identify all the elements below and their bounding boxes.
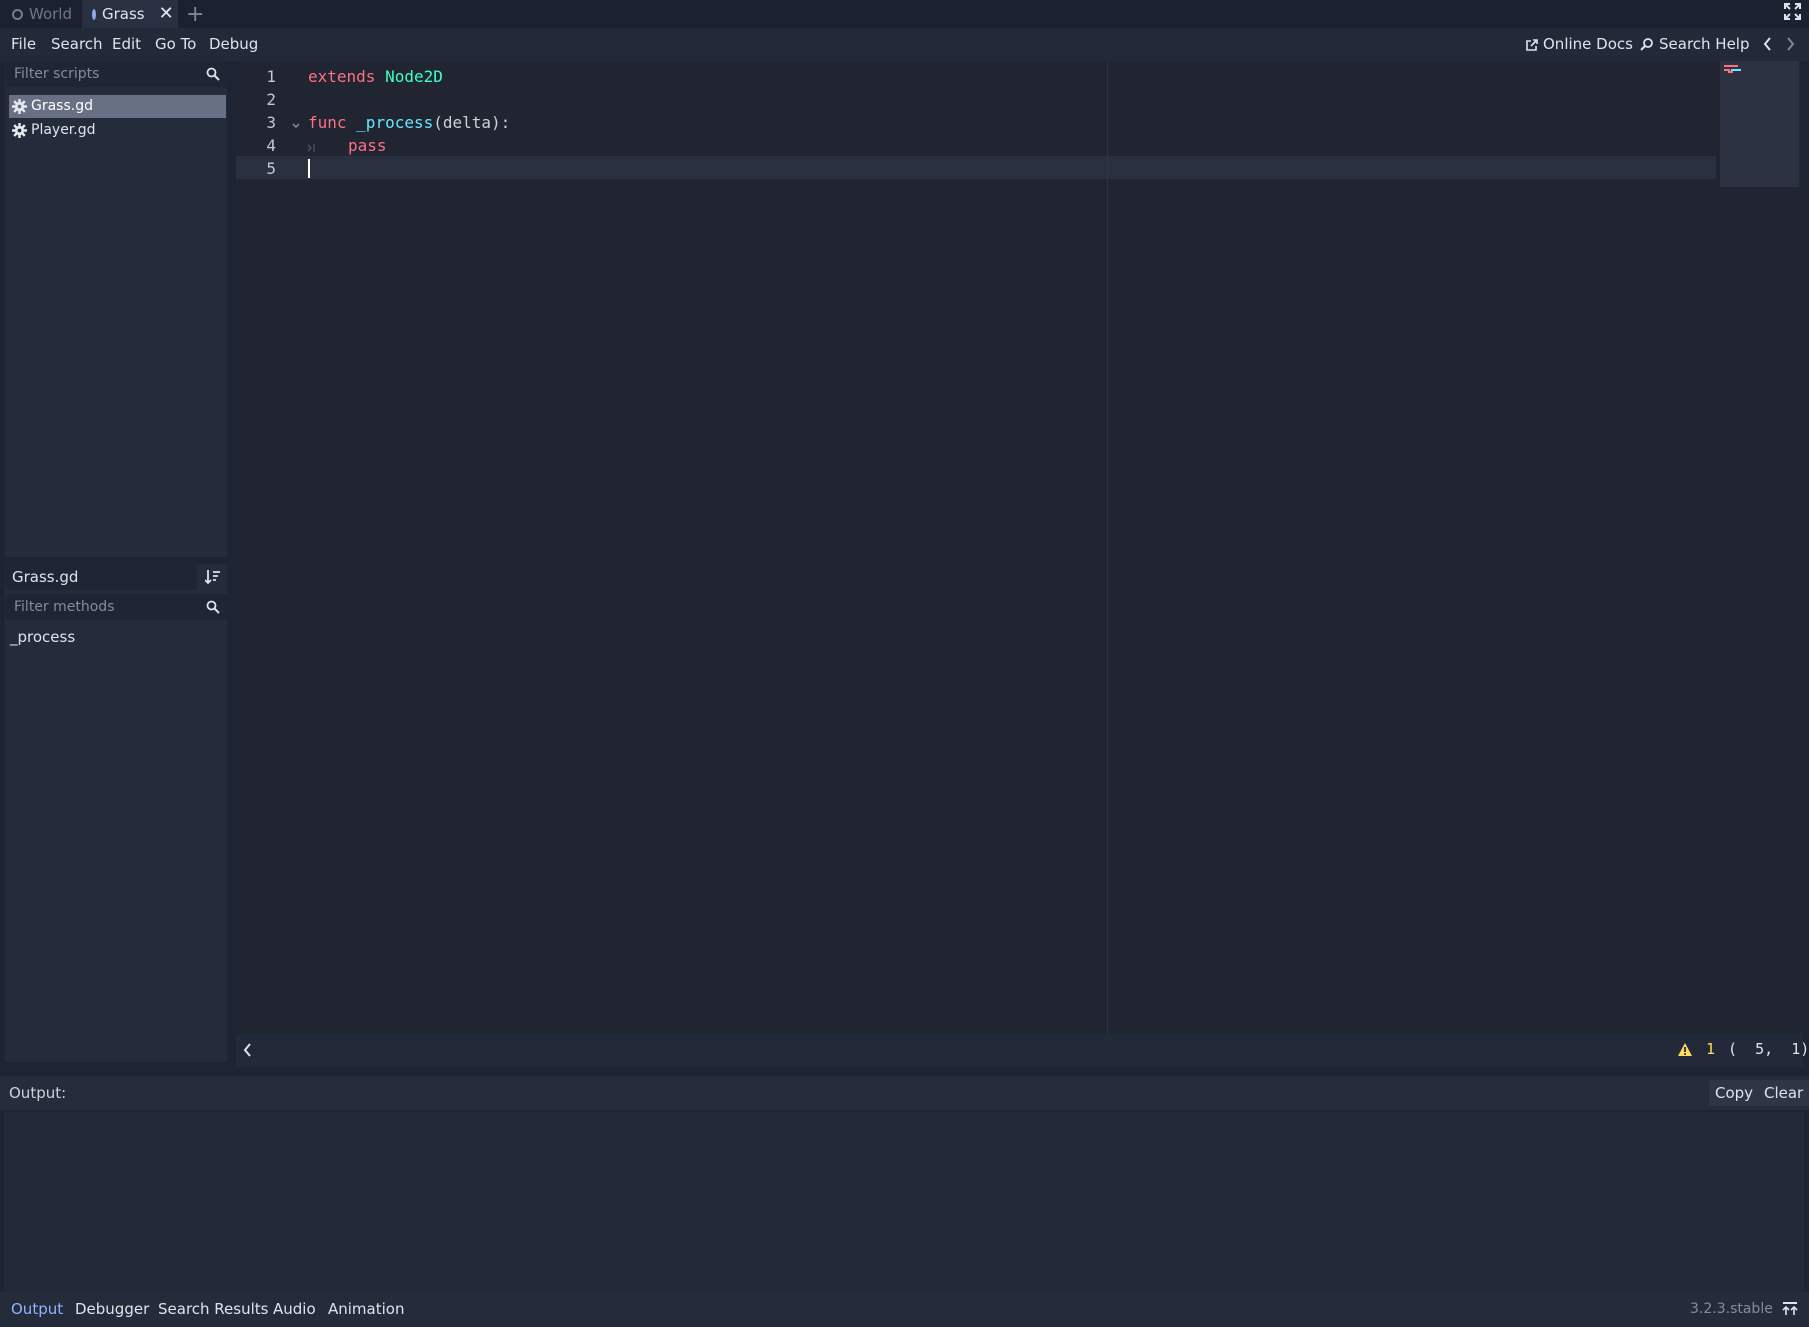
history-forward-icon[interactable] [1786,36,1796,56]
current-line-highlight [236,156,1716,179]
copy-button[interactable]: Copy [1709,1080,1760,1106]
line-number: 4 [266,136,276,155]
warning-count: 1 [1706,1040,1716,1058]
search-icon [206,600,220,614]
search-help-label: Search Help [1659,35,1750,53]
sort-methods-icon[interactable] [204,569,221,589]
scene-tab-grass[interactable]: Grass ✕ [82,0,178,28]
code-line-1: extends Node2D [308,67,443,86]
type-name: Node2D [385,67,443,86]
output-title: Output: [9,1084,67,1102]
current-script-name: Grass.gd [6,564,197,590]
script-item-grass[interactable]: Grass.gd [9,95,226,118]
bottom-tab-debugger[interactable]: Debugger [75,1292,149,1327]
keyword-func: func [308,113,347,132]
filter-scripts-field [6,61,228,87]
help-search-icon [1640,38,1653,51]
line-number: 5 [266,159,276,178]
script-item-label: Grass.gd [31,98,93,114]
line-number: 2 [266,90,276,109]
line-length-guideline [1107,61,1108,1034]
output-header: Output: Copy Clear [0,1076,1809,1110]
online-docs-button[interactable]: Online Docs [1525,28,1633,61]
script-item-label: Player.gd [31,122,96,138]
code-minimap[interactable] [1720,61,1799,187]
filter-scripts-input[interactable] [6,61,228,87]
script-menu-bar: File Search Edit Go To Debug Online Docs… [0,28,1809,61]
add-scene-tab-icon[interactable]: + [186,2,204,27]
filter-methods-field [6,594,228,620]
version-label: 3.2.3.stable [1690,1301,1773,1317]
tab-indent-icon [307,139,317,157]
distraction-free-icon[interactable] [1784,3,1801,25]
function-args: (delta): [433,113,511,132]
menu-search[interactable]: Search [51,28,103,61]
function-name: _process [356,113,434,132]
gear-icon [12,123,27,138]
code-editor[interactable]: 1 2 3 4 5 extends Node2D func _process(d… [236,61,1803,1034]
keyword-extends: extends [308,67,376,86]
bottom-tab-animation[interactable]: Animation [328,1292,404,1327]
line-number: 1 [266,67,276,86]
scripts-panel: Grass.gd Player.gd [5,61,228,557]
scene-circle-icon [12,8,23,20]
output-log[interactable] [4,1112,1804,1292]
close-tab-icon[interactable]: ✕ [159,5,174,23]
external-link-icon [1526,38,1538,51]
scene-tab-label: World [29,5,72,23]
bottom-panel-bar: Output Debugger Search Results Audio Ani… [0,1292,1809,1327]
method-item-process[interactable]: _process [10,628,75,646]
online-docs-label: Online Docs [1543,35,1633,53]
code-line-4: pass [348,136,387,155]
scene-circle-icon [92,8,96,20]
text-caret [308,159,310,178]
filter-methods-input[interactable] [6,594,228,620]
gear-icon [12,99,27,114]
expand-panel-icon[interactable] [1782,1302,1798,1320]
toggle-scripts-panel-icon[interactable] [242,1042,252,1062]
cursor-position: ( 5, 1) [1728,1040,1809,1058]
script-item-player[interactable]: Player.gd [9,119,226,142]
bottom-tab-search-results[interactable]: Search Results [158,1292,268,1327]
bottom-tab-output[interactable]: Output [11,1292,63,1327]
clear-button[interactable]: Clear [1758,1080,1809,1106]
scene-tab-bar: World Grass ✕ + [0,0,1809,28]
search-icon [206,67,220,81]
history-back-icon[interactable] [1762,36,1772,56]
menu-edit[interactable]: Edit [112,28,141,61]
scene-tab-label: Grass [102,5,145,23]
search-help-button[interactable]: Search Help [1640,28,1750,61]
editor-status-bar: 1 ( 5, 1) [236,1034,1809,1066]
bottom-tab-audio[interactable]: Audio [273,1292,316,1327]
menu-file[interactable]: File [11,28,36,61]
menu-debug[interactable]: Debug [209,28,258,61]
warning-icon[interactable] [1677,1042,1693,1061]
fold-arrow-icon[interactable] [291,117,301,135]
scene-tab-world[interactable]: World [2,0,82,28]
line-number: 3 [266,113,276,132]
code-line-3: func _process(delta): [308,113,510,132]
methods-panel: Grass.gd _process [5,564,228,1062]
menu-goto[interactable]: Go To [155,28,196,61]
keyword-pass: pass [348,136,387,155]
